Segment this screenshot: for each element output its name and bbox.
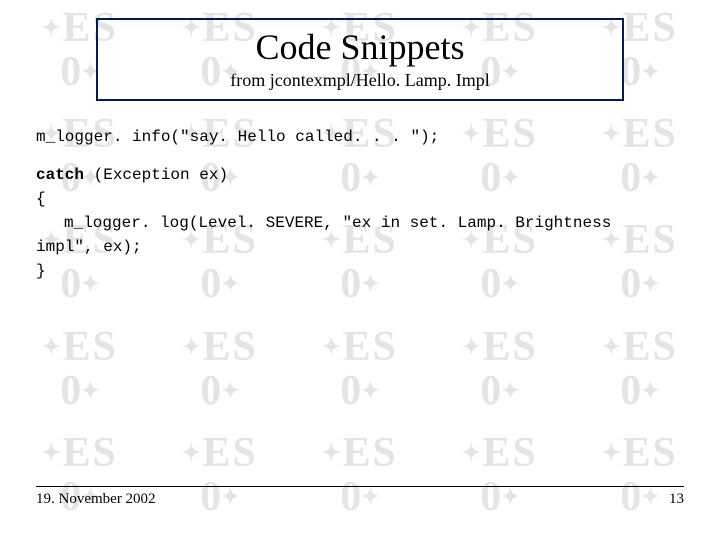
keyword-catch: catch — [36, 166, 84, 184]
slide-footer: 19. November 2002 13 — [36, 486, 684, 508]
slide-title: Code Snippets — [108, 26, 612, 68]
slide-subtitle: from jcontexmpl/Hello. Lamp. Impl — [108, 70, 612, 91]
code-snippet-2: catch (Exception ex) { m_logger. log(Lev… — [36, 163, 684, 283]
code-line: { — [36, 187, 684, 211]
code-line: m_logger. info("say. Hello called. . . "… — [36, 125, 684, 149]
code-line: } — [36, 259, 684, 283]
code-line: m_logger. log(Level. SEVERE, "ex in set.… — [36, 211, 684, 235]
code-snippet-1: m_logger. info("say. Hello called. . . "… — [36, 125, 684, 149]
footer-date: 19. November 2002 — [36, 491, 156, 508]
title-box: Code Snippets from jcontexmpl/Hello. Lam… — [96, 18, 624, 101]
slide-content: Code Snippets from jcontexmpl/Hello. Lam… — [0, 0, 720, 540]
footer-divider — [36, 486, 684, 487]
code-line: impl", ex); — [36, 235, 684, 259]
code-line: catch (Exception ex) — [36, 163, 684, 187]
footer-page-number: 13 — [669, 491, 684, 508]
